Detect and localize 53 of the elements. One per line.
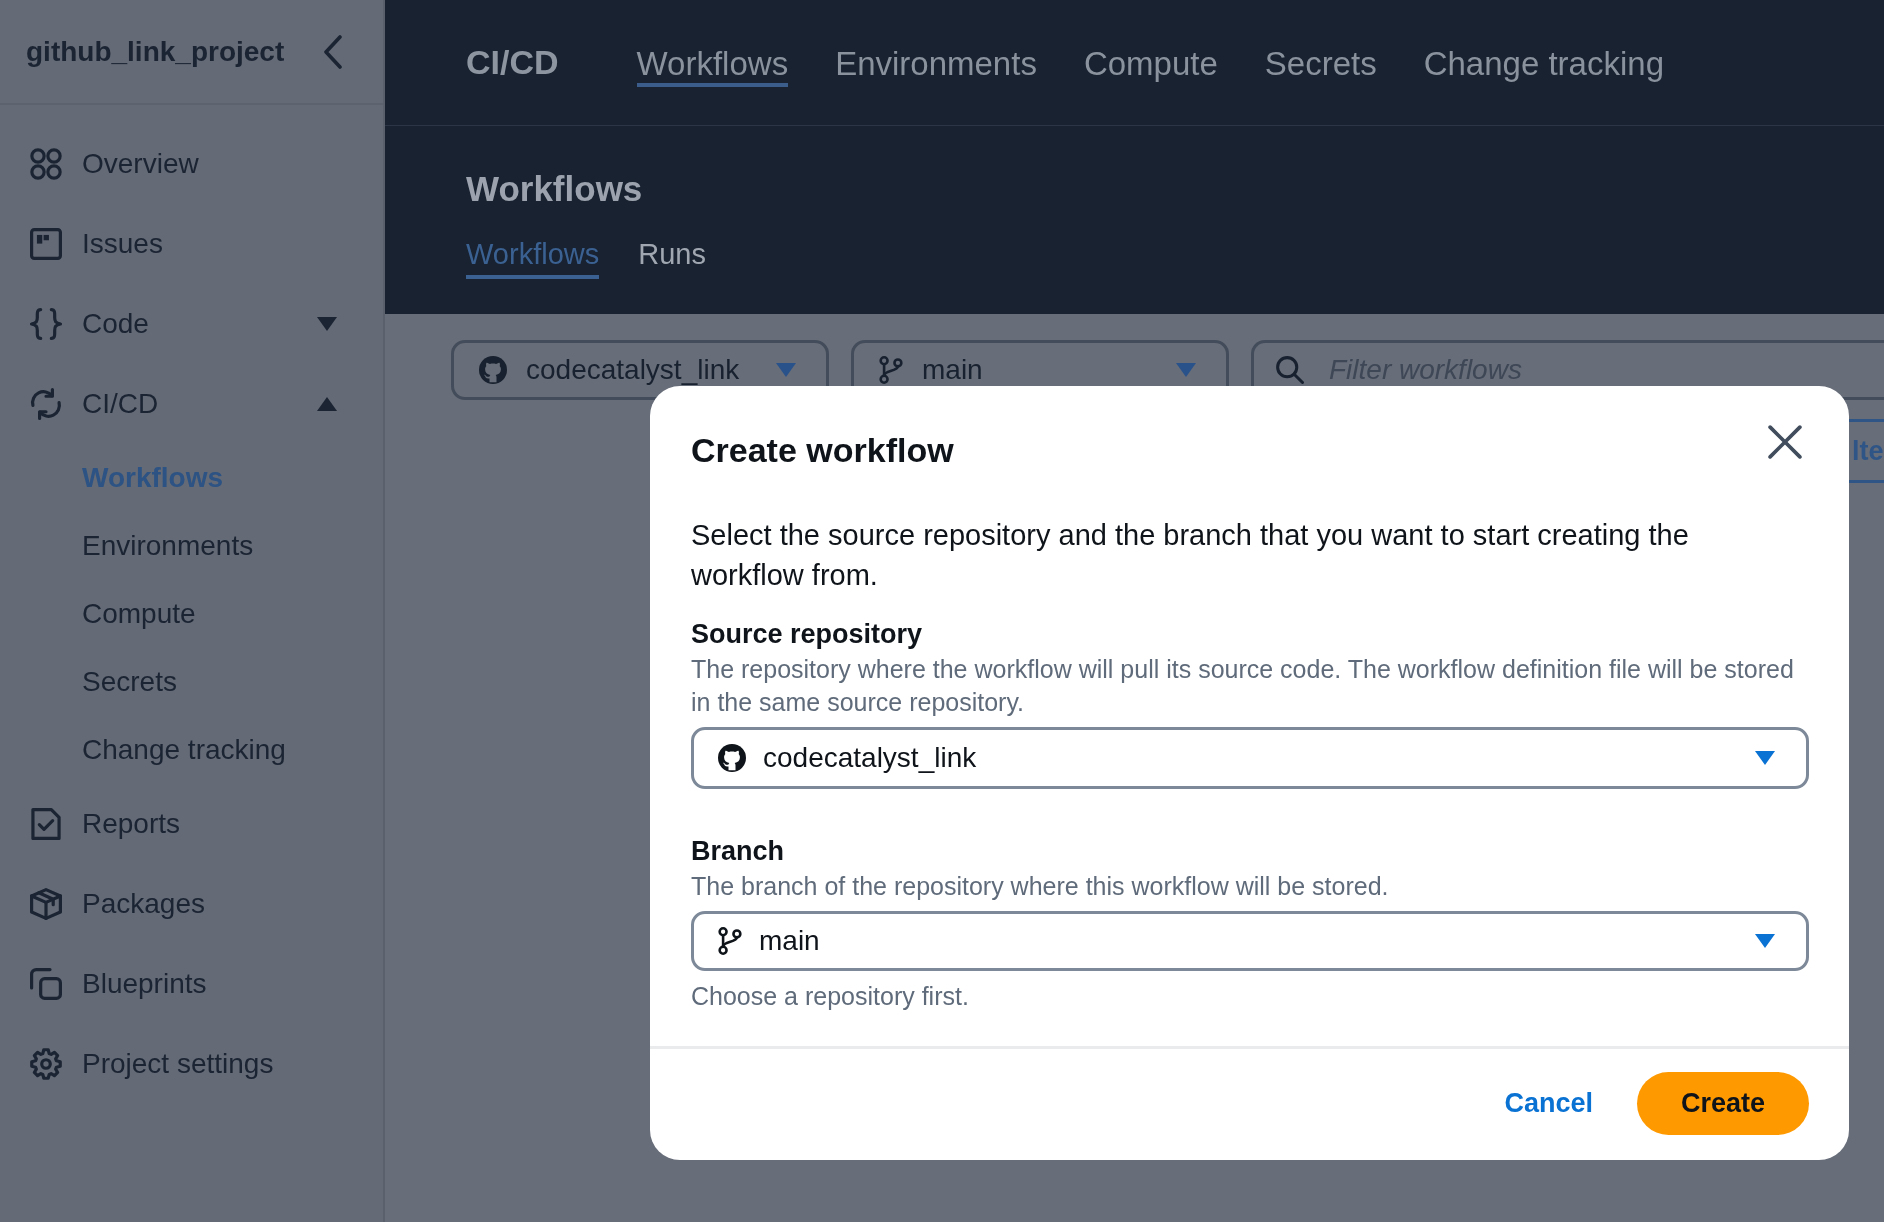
dialog-description: Select the source repository and the branch that you want to start creating the workflow from. — [691, 518, 1690, 593]
section-title: CI/CD — [466, 43, 559, 82]
cycle-arrows-icon — [30, 388, 62, 420]
nav-item[interactable]: Code — [0, 284, 383, 364]
caret-down-icon — [776, 363, 796, 377]
nav-tab[interactable]: Environments — [835, 38, 1037, 87]
field-description: The repository where the workflow will pull its source code. The workflow definition file will be stored in the same source repository. — [691, 654, 1795, 718]
nav-item[interactable]: Project settings — [0, 1024, 383, 1104]
repository-select[interactable]: codecatalyst_link — [691, 727, 1809, 789]
braces-icon — [30, 308, 62, 340]
nav-item[interactable]: Reports — [0, 784, 383, 864]
branch-select[interactable]: main — [691, 911, 1809, 971]
checked-document-icon — [30, 808, 62, 840]
nav-item[interactable]: Blueprints — [0, 944, 383, 1024]
four-circles-icon — [30, 148, 62, 180]
dialog-title: Create workflow — [691, 430, 954, 470]
branch-icon — [718, 927, 742, 955]
board-icon — [30, 228, 62, 260]
branch-icon — [879, 356, 903, 384]
settings-icon — [30, 1048, 62, 1080]
nav-item[interactable]: Secrets — [0, 648, 383, 716]
nav-item[interactable]: Packages — [0, 864, 383, 944]
cat-logo-icon — [718, 744, 746, 772]
field-hint: Choose a repository first. — [691, 981, 970, 1012]
caret-down-icon — [1755, 934, 1775, 948]
nav-item[interactable]: Workflows — [0, 444, 383, 512]
field-label: Source repository — [691, 618, 924, 651]
field-description: The branch of the repository where this workflow will be stored. — [691, 871, 1390, 902]
page-tab[interactable]: Workflows — [466, 237, 600, 279]
nav-item[interactable]: Compute — [0, 580, 383, 648]
overlapping-squares-icon — [30, 968, 62, 1000]
text-button[interactable]: Cancel — [1504, 1088, 1593, 1119]
nav-tab[interactable]: Secrets — [1264, 38, 1377, 87]
nav-item[interactable]: Overview — [0, 124, 383, 204]
nav-item[interactable]: Issues — [0, 204, 383, 284]
field-label: Branch — [691, 835, 786, 868]
caret-down-icon — [1176, 363, 1196, 377]
page-tab[interactable]: Runs — [638, 237, 706, 279]
primary-button[interactable]: Create — [1636, 1072, 1809, 1135]
nav-item[interactable]: Change tracking — [0, 716, 383, 784]
nav-item[interactable]: Environments — [0, 512, 383, 580]
nav-item[interactable]: CI/CD — [0, 364, 383, 444]
project-title: github_link_project — [26, 35, 285, 68]
close-icon[interactable] — [1768, 425, 1802, 459]
package-box-icon — [30, 888, 62, 920]
nav-tab[interactable]: Compute — [1083, 38, 1218, 87]
page-title: Workflows — [466, 168, 644, 210]
chevron-left-icon[interactable] — [323, 34, 343, 69]
cat-logo-icon — [479, 356, 507, 384]
search-icon — [1276, 356, 1304, 384]
caret-down-icon — [1755, 751, 1775, 765]
nav-tab[interactable]: Workflows — [636, 38, 789, 87]
nav-tab[interactable]: Change tracking — [1423, 38, 1664, 87]
